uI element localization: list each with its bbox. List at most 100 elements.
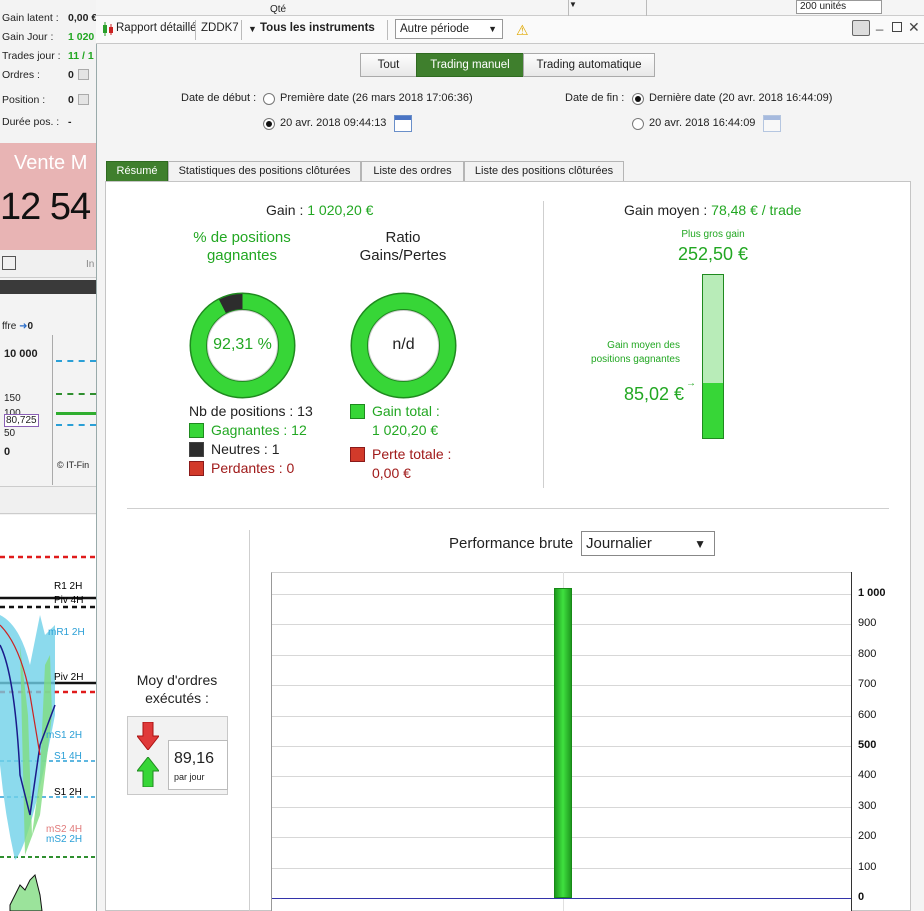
gain-gauge: [702, 274, 724, 439]
chevron-down-icon: ▼: [694, 537, 706, 551]
detailed-report-link[interactable]: Rapport détaillé: [116, 22, 197, 34]
winning-pct-title: % de positions gagnantes: [193, 229, 291, 264]
end-custom-date[interactable]: 20 avr. 2018 16:44:09: [649, 117, 755, 129]
chevron-down-icon: ▼: [488, 24, 497, 34]
end-last-radio[interactable]: [632, 93, 644, 105]
start-custom-radio[interactable]: [263, 118, 275, 130]
y-tick-label: 600: [858, 708, 877, 721]
instruments-selector[interactable]: Tous les instruments: [260, 22, 375, 34]
start-custom-date[interactable]: 20 avr. 2018 09:44:13: [280, 117, 386, 129]
winners-legend-swatch: [189, 423, 204, 438]
mode-all-button[interactable]: Tout: [360, 53, 417, 77]
account-selector[interactable]: ZDDK7: [201, 22, 239, 34]
neutrals-count: Neutres : 1: [211, 441, 280, 457]
book-line-1: [56, 360, 96, 362]
gain-summary: Gain : 1 020,20 €: [266, 202, 374, 218]
dialog-toolbar: Rapport détaillé ZDDK7 ▼ Tous les instru…: [96, 16, 924, 44]
mode-auto-button[interactable]: Trading automatique: [523, 53, 655, 77]
start-first-label: Première date (26 mars 2018 17:06:36): [280, 92, 473, 104]
y-tick-label: 800: [858, 647, 877, 660]
winners-count: Gagnantes : 12: [211, 422, 307, 438]
chart-label-r1-2h: R1 2H: [54, 581, 82, 592]
toolbar-separator: [387, 20, 388, 40]
print-icon[interactable]: [852, 20, 870, 36]
grid-icon[interactable]: [2, 256, 16, 270]
tab-orders-list[interactable]: Liste des ordres: [361, 161, 464, 181]
copyright: © IT-Fin: [57, 460, 90, 470]
account-stats-panel: Gain latent :0,00 € Gain Jour :1 020 Tra…: [0, 0, 96, 911]
price-tag: 80,725: [4, 414, 39, 427]
losers-count: Perdantes : 0: [211, 460, 295, 476]
chart-label-piv-4h: Piv 4H: [54, 595, 83, 606]
period-select[interactable]: Autre période ▼: [395, 19, 503, 39]
end-date-label: Date de fin :: [565, 92, 625, 104]
qty-dropdown-arrow[interactable]: ▼: [568, 0, 578, 16]
arrow-buttons[interactable]: [646, 0, 666, 16]
tab-closed-stats[interactable]: Statistiques des positions clôturées: [168, 161, 361, 181]
end-calendar-icon[interactable]: [763, 115, 781, 132]
start-first-radio[interactable]: [263, 93, 275, 105]
neutrals-legend-swatch: [189, 442, 204, 457]
orders-unit: par jour: [174, 772, 205, 782]
y-tick-label: 500: [858, 739, 877, 751]
performance-bar[interactable]: [554, 587, 572, 898]
stat-position: Position :0: [2, 94, 74, 106]
book-line-2: [56, 393, 96, 395]
total-gain-swatch: [350, 404, 365, 419]
minimize-button[interactable]: _: [876, 16, 883, 31]
chevron-down-icon[interactable]: ▼: [248, 24, 257, 34]
stat-latent-gain: Gain latent :0,00 €: [2, 12, 96, 24]
performance-title: Performance brute: [449, 535, 574, 552]
arrow-down-red-icon: [135, 721, 161, 751]
orders-title: Moy d'ordres exécutés :: [136, 672, 218, 706]
tab-summary[interactable]: Résumé: [106, 161, 168, 181]
book-line-4: [56, 424, 96, 426]
vertical-divider-lower: [249, 530, 250, 911]
book-divider: [52, 335, 53, 485]
y-tick-label: 100: [858, 860, 877, 873]
biggest-gain-value: 252,50 €: [677, 244, 749, 264]
units-select[interactable]: 200 unités: [796, 0, 882, 14]
tab-closed-positions[interactable]: Liste des positions clôturées: [464, 161, 624, 181]
orders-grid-icon[interactable]: [78, 69, 89, 80]
close-button[interactable]: ✕: [908, 19, 920, 36]
y-tick-label: 0: [858, 891, 865, 903]
book-header-bar: [0, 280, 96, 294]
y-tick-label: 200: [858, 830, 877, 843]
vertical-divider: [543, 201, 544, 488]
y-tick-label: 1 000: [858, 587, 886, 599]
avg-winning-label: Gain moyen des positions gagnantes: [591, 340, 680, 365]
end-custom-radio[interactable]: [632, 118, 644, 130]
chart-label-s1-4h: S1 4H: [54, 751, 82, 762]
chart-label-ms1-2h: mS1 2H: [46, 730, 82, 741]
gain-gauge-fill: [703, 383, 723, 438]
performance-period-select[interactable]: Journalier ▼: [581, 531, 715, 556]
mode-manual-button[interactable]: Trading manuel: [416, 53, 524, 77]
horizontal-divider: [127, 508, 889, 509]
performance-period-value: Journalier: [586, 535, 652, 552]
total-gain-label: Gain total :: [372, 403, 440, 419]
y-axis-line: [851, 572, 852, 911]
total-gain-value: 1 020,20 €: [372, 422, 439, 438]
toolbar-separator: [195, 20, 196, 40]
stat-day-trades: Trades jour :11 / 1: [2, 50, 94, 62]
tab-hint: In: [86, 259, 95, 270]
position-grid-icon[interactable]: [78, 94, 89, 105]
losers-legend-swatch: [189, 461, 204, 476]
start-calendar-icon[interactable]: [394, 115, 412, 132]
stat-position-duration: Durée pos. :-: [2, 116, 72, 128]
stat-day-gain: Gain Jour :1 020: [2, 31, 95, 43]
candlestick-icon: [103, 22, 113, 36]
background-header-strip: Qté ▼ 200 unités: [96, 0, 924, 16]
avg-gain-summary: Gain moyen : 78,48 € / trade: [624, 202, 802, 218]
sell-price: 12 54: [0, 186, 91, 228]
end-last-label: Dernière date (20 avr. 2018 16:44:09): [649, 92, 833, 104]
stat-orders: Ordres :0: [2, 69, 74, 81]
ratio-value: n/d: [392, 336, 415, 353]
period-select-value: Autre période: [400, 23, 470, 35]
y-tick-label: 900: [858, 617, 877, 630]
y-tick-label: 300: [858, 799, 877, 812]
avg-winning-value: 85,02 €: [623, 384, 684, 404]
price-chart: R1 2H Piv 4H mR1 2H Piv 2H mS1 2H S1 4H …: [0, 515, 96, 911]
maximize-button[interactable]: [892, 22, 902, 32]
